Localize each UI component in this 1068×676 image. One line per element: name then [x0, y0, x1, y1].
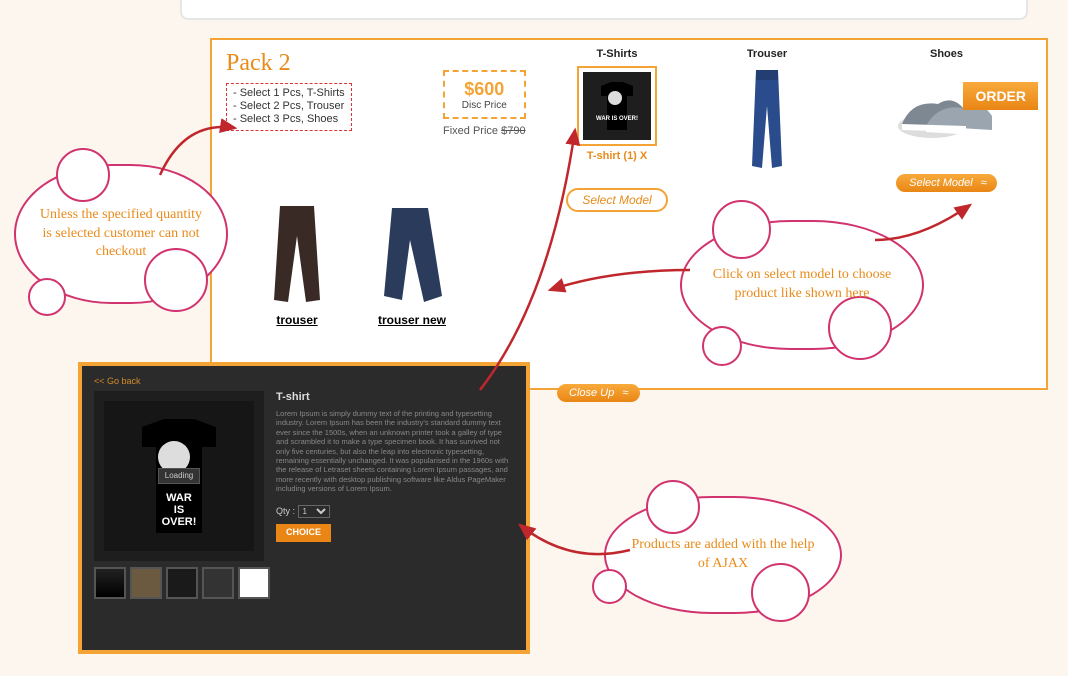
order-label: ORDER [975, 88, 1026, 104]
arrow-icon [510, 510, 640, 570]
col-header-trouser: Trouser [677, 48, 857, 60]
order-button[interactable]: ORDER [963, 82, 1038, 110]
svg-text:WAR: WAR [166, 492, 192, 504]
callout-text: Products are added with the help of AJAX [628, 536, 818, 574]
discount-price-box: $600 Disc Price [443, 70, 526, 119]
trouser-option-label: trouser new [372, 313, 452, 327]
discount-price-label: Disc Price [459, 100, 510, 111]
col-trouser: Trouser [677, 48, 857, 212]
choice-label: CHOICE [286, 527, 321, 537]
modal-product-image: WAR IS OVER! Loading [94, 391, 264, 561]
trouser-options: trouser trouser new [262, 200, 452, 327]
modal-thumb[interactable] [202, 567, 234, 599]
callout-quantity-required: Unless the specified quantity is selecte… [14, 164, 228, 304]
modal-thumbnails [94, 567, 274, 599]
callout-text: Unless the specified quantity is selecte… [38, 206, 204, 263]
arrow-icon [540, 260, 700, 310]
jeans-icon [736, 66, 798, 176]
rule-item: - Select 2 Pcs, Trouser [233, 100, 345, 112]
chevron-down-icon [976, 177, 987, 189]
go-back-link[interactable]: << Go back [94, 376, 514, 387]
loading-indicator: Loading [158, 468, 200, 484]
col-header-shoes: Shoes [857, 48, 1036, 60]
col-header-tshirts: T-Shirts [557, 48, 677, 60]
product-columns: T-Shirts WAR IS OVER! T-shirt (1) X Sele… [557, 48, 1036, 212]
qty-row: Qty : 1 [276, 505, 514, 518]
trouser-new-icon [372, 200, 452, 310]
modal-thumb[interactable] [238, 567, 270, 599]
arrow-icon [155, 120, 245, 180]
modal-thumb[interactable] [166, 567, 198, 599]
svg-text:OVER!: OVER! [162, 516, 197, 528]
page-top-edge [180, 0, 1028, 20]
arrow-icon [870, 190, 990, 250]
chevron-up-icon [617, 387, 628, 399]
svg-text:IS: IS [174, 504, 184, 516]
modal-thumb[interactable] [130, 567, 162, 599]
choice-button[interactable]: CHOICE [276, 524, 331, 541]
col-shoes: Shoes ORDER Select Model [857, 48, 1036, 212]
qty-label: Qty : [276, 506, 295, 516]
qty-select[interactable]: 1 [298, 505, 330, 518]
product-detail-modal: << Go back WAR IS OVER! Loading T-shirt … [78, 362, 530, 654]
callout-text: Click on select model to choose product … [704, 266, 900, 304]
trouser-option-label: trouser [262, 313, 332, 327]
discount-price: $600 [459, 79, 510, 100]
trouser-option[interactable]: trouser [262, 200, 332, 327]
select-model-label: Select Model [909, 177, 973, 189]
svg-text:WAR IS OVER!: WAR IS OVER! [596, 116, 638, 122]
trouser-icon [262, 200, 332, 310]
modal-product-description: Lorem Ipsum is simply dummy text of the … [276, 409, 514, 493]
loading-label: Loading [165, 471, 193, 480]
rule-item: - Select 3 Pcs, Shoes [233, 113, 345, 125]
rule-item: - Select 1 Pcs, T-Shirts [233, 87, 345, 99]
trouser-option[interactable]: trouser new [372, 200, 452, 327]
modal-thumb[interactable] [94, 567, 126, 599]
